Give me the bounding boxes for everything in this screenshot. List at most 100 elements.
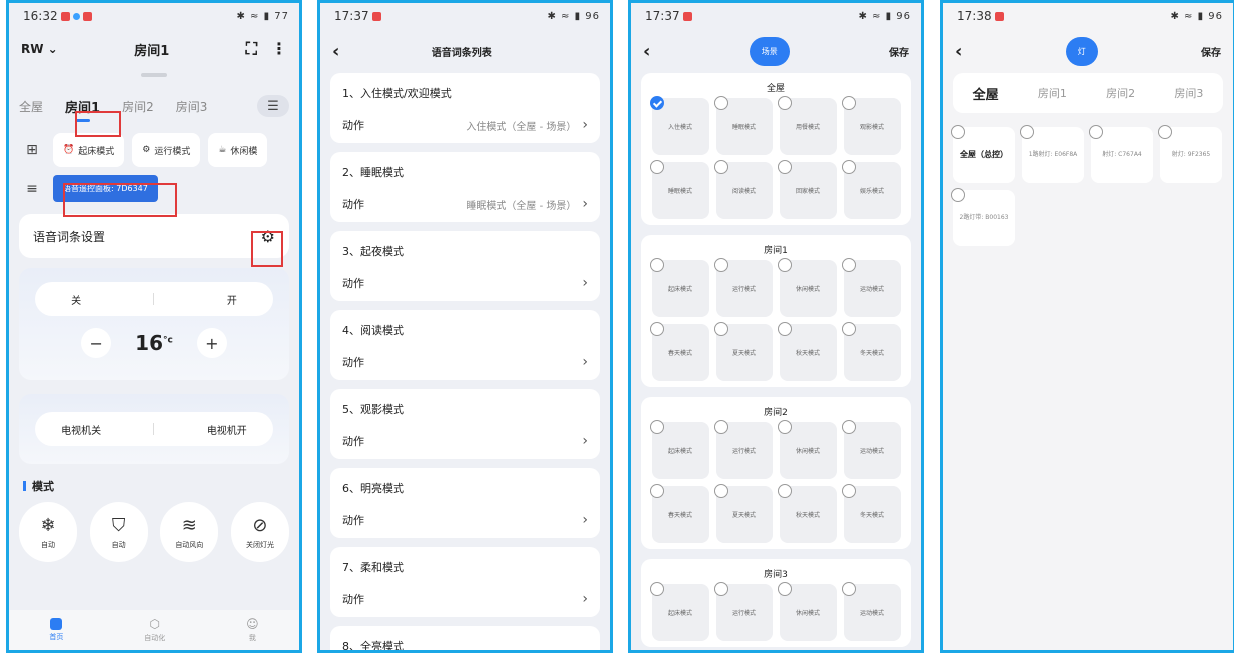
radio-button[interactable] bbox=[841, 160, 856, 174]
scene-option[interactable]: 起床模式 bbox=[649, 258, 709, 317]
radio-button[interactable] bbox=[777, 96, 792, 110]
scene-option[interactable]: 休闲模式 bbox=[777, 258, 837, 317]
entry-action-row[interactable]: 动作 › bbox=[330, 583, 600, 617]
radio-button[interactable] bbox=[841, 420, 856, 434]
scene-option[interactable]: 回家模式 bbox=[777, 160, 837, 219]
radio-button[interactable] bbox=[649, 484, 664, 498]
voice-entry[interactable]: 4、阅读模式 动作 › bbox=[330, 310, 600, 380]
radio-button[interactable] bbox=[649, 258, 664, 272]
voice-entry[interactable]: 6、明亮模式 动作 › bbox=[330, 468, 600, 538]
radio-button[interactable] bbox=[777, 322, 792, 336]
device-option[interactable]: 1路射灯: E06F8A bbox=[1020, 125, 1084, 183]
power-off-button[interactable]: 关 bbox=[71, 292, 81, 307]
mode-chip[interactable]: ☕ 休闲模 bbox=[208, 133, 268, 167]
decrease-button[interactable]: − bbox=[81, 328, 112, 358]
drag-handle[interactable] bbox=[141, 73, 167, 77]
tv-on-button[interactable]: 电视机开 bbox=[207, 422, 247, 437]
entry-action-row[interactable]: 动作 入住模式（全屋 - 场景） › bbox=[330, 109, 600, 143]
menu-icon[interactable]: ☰ bbox=[257, 95, 289, 117]
scene-option[interactable]: 秋天模式 bbox=[777, 322, 837, 381]
back-icon[interactable]: ‹ bbox=[332, 41, 339, 62]
tab-whole-house[interactable]: 全屋 bbox=[19, 98, 43, 115]
scene-option[interactable]: 休闲模式 bbox=[777, 582, 837, 641]
tab-home[interactable]: 首页 bbox=[49, 618, 63, 642]
radio-button[interactable] bbox=[713, 160, 728, 174]
tab-room2[interactable]: 房间2 bbox=[1106, 85, 1135, 101]
mode-button[interactable]: ⛉ 自动 bbox=[89, 502, 148, 562]
radio-button[interactable] bbox=[1020, 125, 1034, 139]
entry-action-row[interactable]: 动作 › bbox=[330, 504, 600, 538]
voice-entry[interactable]: 3、起夜模式 动作 › bbox=[330, 231, 600, 301]
mode-button[interactable]: ⊘ 关闭灯光 bbox=[230, 502, 289, 562]
entry-action-row[interactable]: 动作 › bbox=[330, 267, 600, 301]
device-option[interactable]: 全屋（总控） bbox=[951, 125, 1015, 183]
scene-option[interactable]: 运动模式 bbox=[841, 420, 901, 479]
tab-whole-house[interactable]: 全屋 bbox=[973, 84, 999, 103]
radio-button[interactable] bbox=[841, 96, 856, 110]
account-switcher[interactable]: RW ⌄ bbox=[21, 42, 58, 56]
type-tag-light[interactable]: 灯 bbox=[1065, 36, 1098, 66]
grid-add-icon[interactable]: ⊞ bbox=[19, 137, 45, 163]
type-tag-scene[interactable]: 场景 bbox=[749, 36, 790, 66]
save-button[interactable]: 保存 bbox=[1201, 44, 1221, 59]
radio-button[interactable] bbox=[841, 582, 856, 596]
radio-button[interactable] bbox=[841, 258, 856, 272]
radio-button[interactable] bbox=[713, 258, 728, 272]
radio-button[interactable] bbox=[713, 96, 728, 110]
scene-option[interactable]: 阅读模式 bbox=[713, 160, 773, 219]
save-button[interactable]: 保存 bbox=[889, 44, 909, 59]
scene-option[interactable]: 运动模式 bbox=[841, 582, 901, 641]
voice-entry[interactable]: 8、全亮模式 bbox=[330, 626, 600, 650]
radio-button[interactable] bbox=[713, 322, 728, 336]
voice-entry[interactable]: 7、柔和模式 动作 › bbox=[330, 547, 600, 617]
mode-chip[interactable]: ⚙ 运行模式 bbox=[132, 133, 201, 167]
tab-room2[interactable]: 房间2 bbox=[122, 98, 154, 115]
scene-option[interactable]: 夏天模式 bbox=[713, 322, 773, 381]
scene-option[interactable]: 春天模式 bbox=[649, 484, 709, 543]
radio-button[interactable] bbox=[841, 484, 856, 498]
radio-button[interactable] bbox=[649, 322, 664, 336]
mode-chip[interactable]: ⏰ 起床模式 bbox=[53, 133, 125, 167]
device-option[interactable]: 2路灯带: B00163 bbox=[951, 188, 1015, 246]
mode-button[interactable]: ❄ 自动 bbox=[19, 502, 77, 562]
entry-action-row[interactable]: 动作 › bbox=[330, 425, 600, 459]
scene-option[interactable]: 起床模式 bbox=[649, 582, 709, 641]
tab-me[interactable]: ☺ 我 bbox=[246, 617, 259, 643]
scene-option[interactable]: 夏天模式 bbox=[713, 484, 773, 543]
radio-button[interactable] bbox=[713, 582, 728, 596]
scene-option[interactable]: 运行模式 bbox=[713, 258, 773, 317]
scene-option[interactable]: 春天模式 bbox=[649, 322, 709, 381]
voice-entry[interactable]: 1、入住模式/欢迎模式 动作 入住模式（全屋 - 场景） › bbox=[330, 73, 600, 143]
tv-off-button[interactable]: 电视机关 bbox=[61, 422, 101, 437]
list-icon[interactable]: ≡ bbox=[19, 176, 45, 202]
scene-option[interactable]: 运行模式 bbox=[713, 582, 773, 641]
scene-option[interactable]: 起床模式 bbox=[649, 420, 709, 479]
radio-button[interactable] bbox=[777, 484, 792, 498]
radio-button[interactable] bbox=[649, 160, 664, 174]
scan-icon[interactable]: ⛶ bbox=[246, 39, 257, 59]
voice-entry[interactable]: 5、观影模式 动作 › bbox=[330, 389, 600, 459]
power-on-button[interactable]: 开 bbox=[227, 292, 237, 307]
radio-button[interactable] bbox=[777, 160, 792, 174]
radio-button[interactable] bbox=[649, 582, 664, 596]
scene-option[interactable]: 运动模式 bbox=[841, 258, 901, 317]
back-icon[interactable]: ‹ bbox=[643, 41, 650, 62]
tab-automation[interactable]: ⬡ 自动化 bbox=[144, 617, 165, 643]
device-option[interactable]: 射灯: 9F2365 bbox=[1158, 125, 1222, 183]
radio-button[interactable] bbox=[777, 258, 792, 272]
voice-entry[interactable]: 2、睡眠模式 动作 睡眠模式（全屋 - 场景） › bbox=[330, 152, 600, 222]
radio-button[interactable] bbox=[713, 484, 728, 498]
scene-option[interactable]: 娱乐模式 bbox=[841, 160, 901, 219]
radio-button[interactable] bbox=[951, 188, 965, 202]
tab-room1[interactable]: 房间1 bbox=[1038, 85, 1067, 101]
scene-option[interactable]: 休闲模式 bbox=[777, 420, 837, 479]
radio-button[interactable] bbox=[1158, 125, 1172, 139]
scene-option[interactable]: 冬天模式 bbox=[841, 322, 901, 381]
back-icon[interactable]: ‹ bbox=[955, 41, 962, 62]
entry-action-row[interactable]: 动作 睡眠模式（全屋 - 场景） › bbox=[330, 188, 600, 222]
scene-option[interactable]: 运行模式 bbox=[713, 420, 773, 479]
voice-settings-card[interactable]: 语音词条设置 ⚙ bbox=[19, 214, 289, 258]
radio-button[interactable] bbox=[777, 582, 792, 596]
checked-radio-icon[interactable] bbox=[649, 96, 664, 110]
scene-option[interactable]: 入住模式 bbox=[649, 96, 709, 155]
